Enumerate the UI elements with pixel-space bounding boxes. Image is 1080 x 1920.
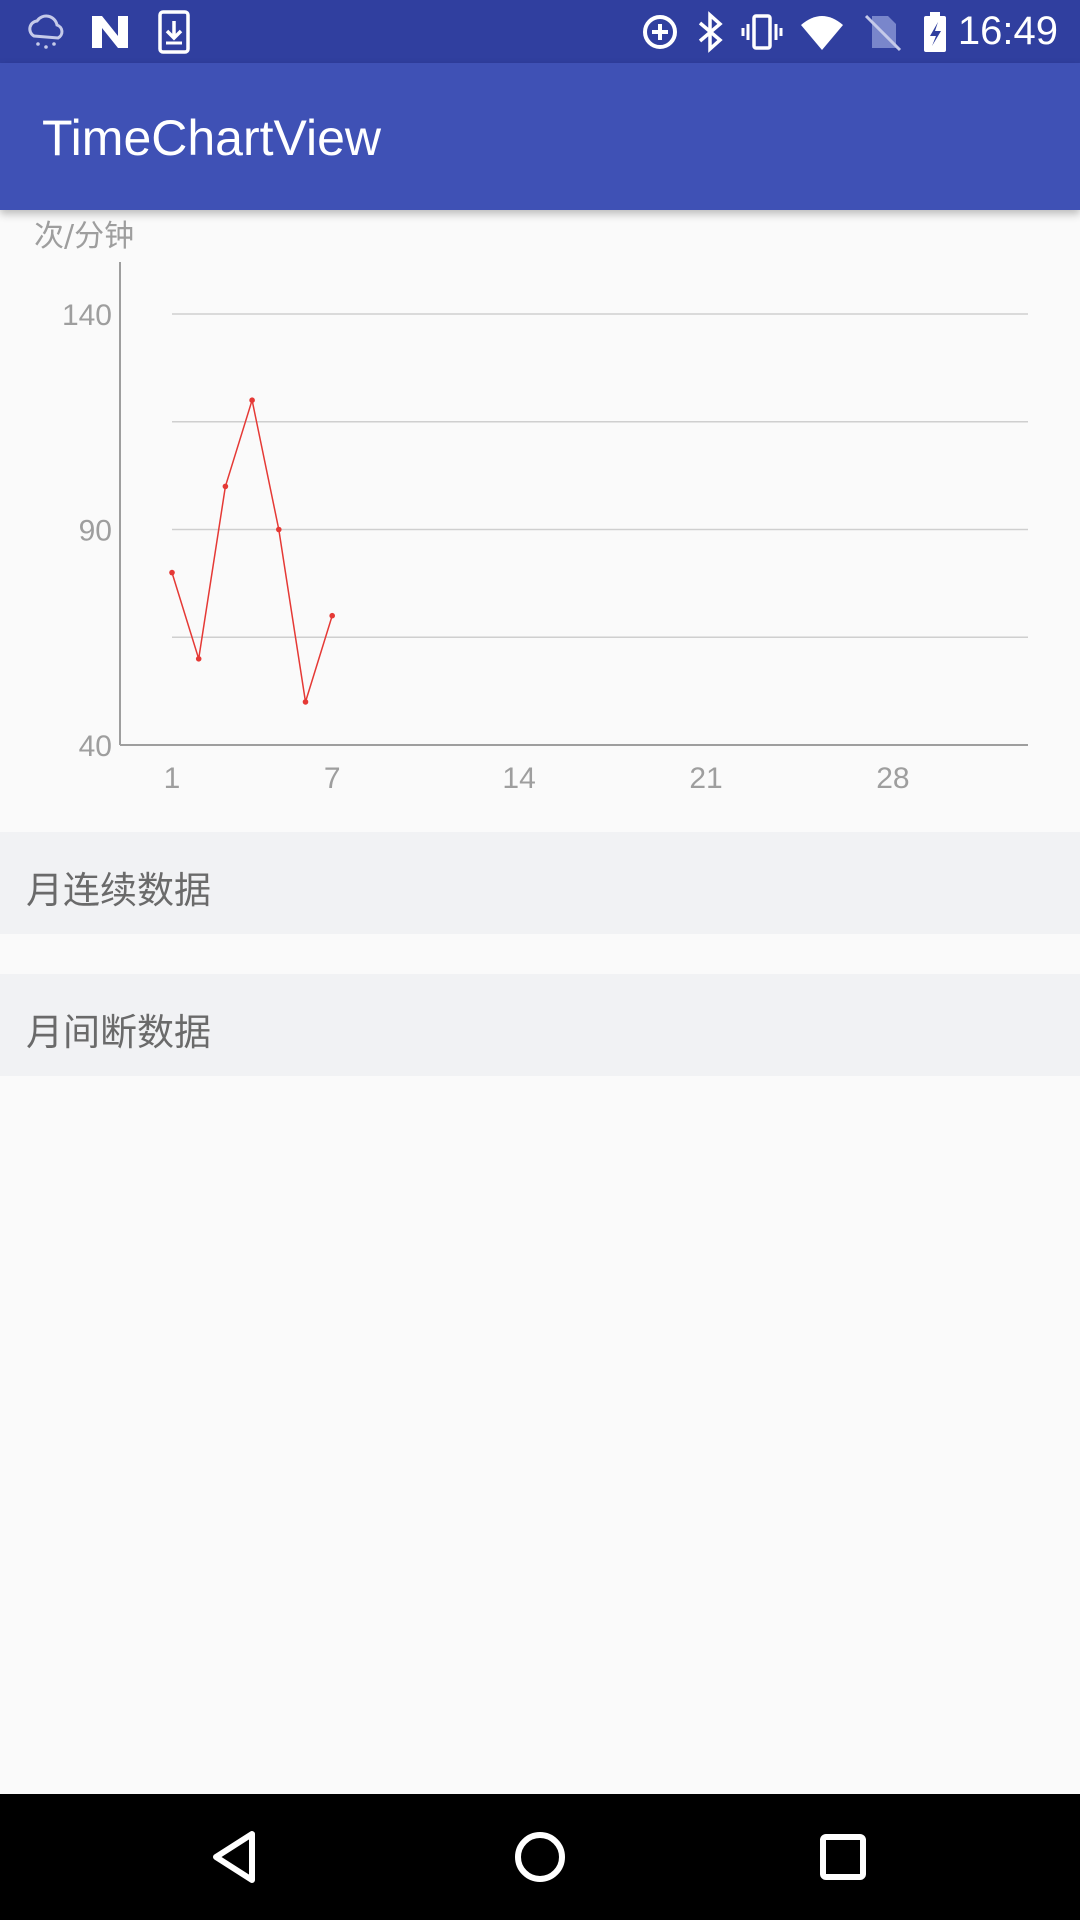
y-tick-label: 40 <box>79 730 112 763</box>
vibrate-icon <box>741 14 783 50</box>
wifi-icon <box>801 16 843 50</box>
x-tick-label: 14 <box>502 762 535 795</box>
recents-icon[interactable] <box>808 1822 878 1892</box>
app-bar: TimeChartView <box>0 63 1080 210</box>
n-logo-icon <box>92 16 128 48</box>
x-tick-label: 28 <box>876 762 909 795</box>
data-point <box>169 569 175 576</box>
list-item-monthly-continuous[interactable]: 月连续数据 <box>0 832 1080 934</box>
data-point <box>249 397 255 403</box>
no-sim-icon <box>864 14 902 52</box>
x-tick-label: 7 <box>324 762 341 795</box>
status-time: 16:49 <box>957 9 1058 53</box>
status-bar: 16:49 <box>0 0 1080 63</box>
back-icon[interactable] <box>200 1822 270 1892</box>
navigation-bar <box>0 1794 1080 1920</box>
x-tick-label: 1 <box>164 762 181 795</box>
list-item-label: 月连续数据 <box>26 869 211 912</box>
list-item-monthly-intermittent[interactable]: 月间断数据 <box>0 974 1080 1076</box>
y-tick-label: 140 <box>62 299 112 332</box>
data-point <box>329 612 336 619</box>
series-line <box>171 399 333 703</box>
data-point <box>302 699 309 705</box>
app-title: TimeChartView <box>42 110 381 166</box>
weather-cloud-icon <box>28 14 64 49</box>
data-point <box>195 656 202 662</box>
download-icon <box>158 10 190 54</box>
time-chart: 次/分钟 140 90 40 1 7 14 21 28 <box>0 210 1080 830</box>
line-chart: 次/分钟 140 90 40 1 7 14 21 28 <box>34 219 1028 795</box>
y-axis-label: 次/分钟 <box>34 219 134 254</box>
y-tick-label: 90 <box>79 515 112 548</box>
bluetooth-icon <box>698 11 723 53</box>
x-tick-label: 21 <box>689 762 722 795</box>
data-saver-icon <box>643 15 677 49</box>
data-point <box>222 483 229 490</box>
home-icon[interactable] <box>505 1822 575 1892</box>
data-point <box>276 526 282 533</box>
battery-icon <box>924 12 946 52</box>
list-item-label: 月间断数据 <box>26 1011 211 1054</box>
